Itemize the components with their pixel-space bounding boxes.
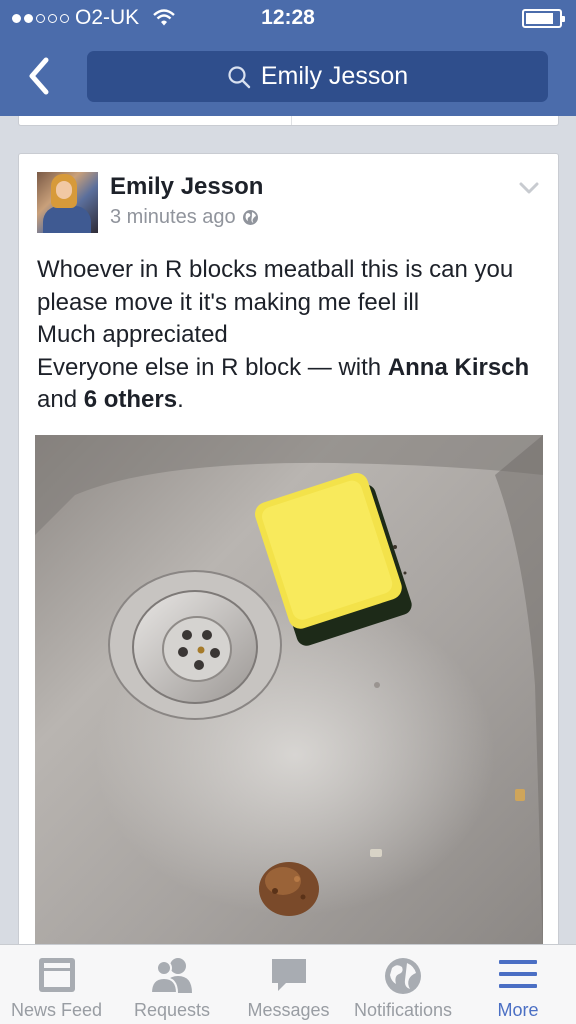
post-photo[interactable] xyxy=(35,435,543,952)
post-text-line1: Whoever in R blocks meatball this is can… xyxy=(37,256,514,316)
tab-label-notifications: Notifications xyxy=(353,1000,453,1020)
tab-news-feed[interactable]: News Feed xyxy=(0,945,113,1024)
post-text-line2: Much appreciated xyxy=(37,321,228,348)
globe-icon xyxy=(242,210,258,225)
tagged-others-link[interactable]: 6 others xyxy=(84,386,177,413)
sink-photo-image xyxy=(35,435,543,952)
post-options-chevron-icon[interactable] xyxy=(519,182,539,194)
tab-label-news-feed: News Feed xyxy=(10,1000,103,1020)
previous-post-card-edge xyxy=(18,116,559,126)
post-card: Emily Jesson 3 minutes ago Whoever in R … xyxy=(18,153,559,953)
news-feed-icon xyxy=(38,958,75,992)
back-chevron-icon[interactable] xyxy=(24,56,56,96)
tab-label-messages: Messages xyxy=(247,1000,330,1020)
tab-requests[interactable]: Requests xyxy=(113,945,231,1024)
requests-icon xyxy=(149,958,192,993)
tab-messages[interactable]: Messages xyxy=(231,945,346,1024)
tab-label-more: More xyxy=(497,1000,539,1020)
post-text-line3: Everyone else in R block — with xyxy=(37,353,388,381)
bottom-tab-bar: News Feed Requests Messages Notification… xyxy=(0,944,576,1024)
tab-notifications[interactable]: Notifications xyxy=(346,945,460,1024)
nav-header: O2-UK 12:28 Emily Jesson xyxy=(0,0,576,116)
tab-label-requests: Requests xyxy=(133,1000,211,1020)
battery-icon xyxy=(522,9,565,28)
avatar[interactable] xyxy=(37,172,98,233)
tab-more[interactable]: More xyxy=(460,945,576,1024)
status-time: 12:28 xyxy=(261,6,315,29)
post-author-name[interactable]: Emily Jesson xyxy=(110,173,263,201)
timestamp-text: 3 minutes ago xyxy=(110,206,236,228)
status-bar: O2-UK 12:28 xyxy=(0,0,576,38)
messages-icon xyxy=(271,959,306,991)
tag-and-text: and xyxy=(37,386,84,413)
post-timestamp[interactable]: 3 minutes ago xyxy=(110,206,259,229)
menu-icon xyxy=(499,960,537,988)
search-icon xyxy=(228,65,251,88)
globe-notifications-icon xyxy=(385,958,421,994)
search-field[interactable]: Emily Jesson xyxy=(87,51,548,102)
tag-end-text: . xyxy=(177,386,184,413)
tagged-person-link[interactable]: Anna Kirsch xyxy=(388,354,529,381)
search-query: Emily Jesson xyxy=(260,62,409,90)
post-message: Whoever in R blocks meatball this is can… xyxy=(37,254,547,417)
